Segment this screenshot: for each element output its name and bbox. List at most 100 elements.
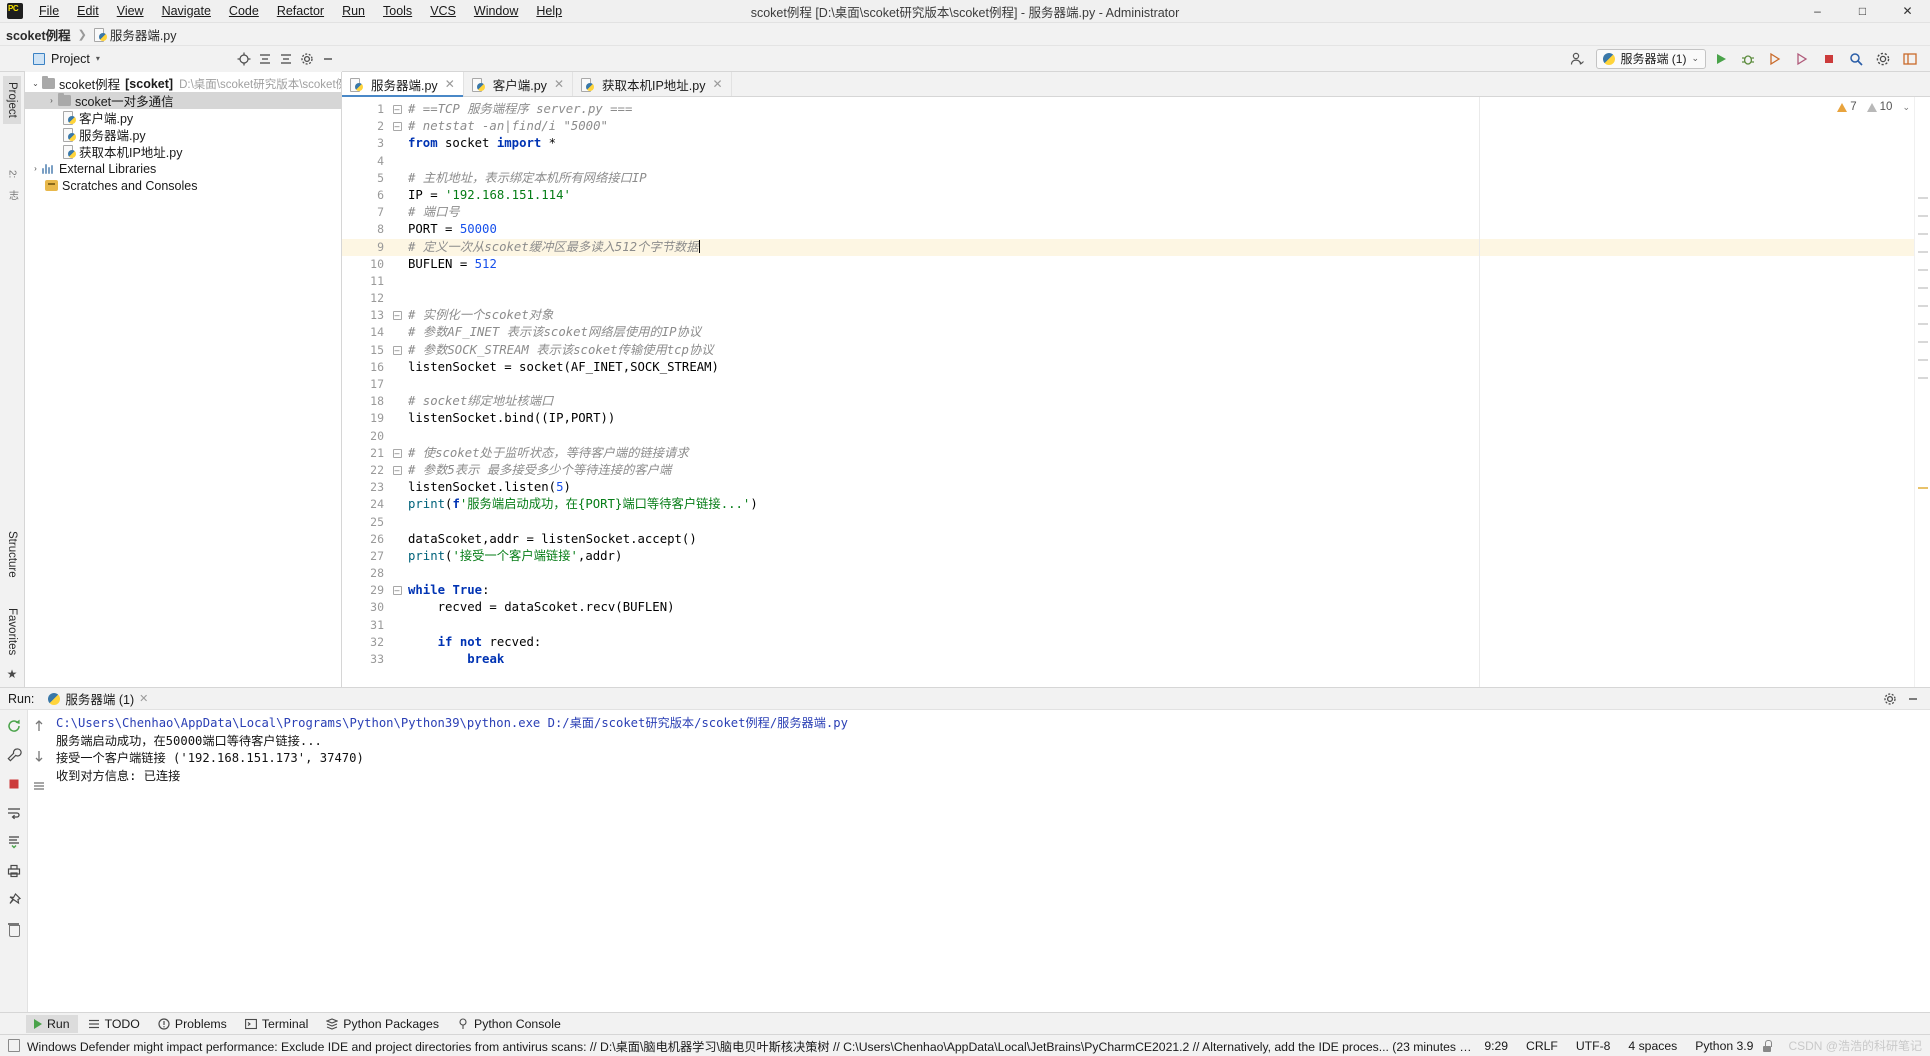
- close-icon[interactable]: ✕: [139, 692, 148, 705]
- python-interpreter[interactable]: Python 3.9: [1686, 1039, 1762, 1053]
- fold-toggle-icon[interactable]: –: [390, 118, 404, 135]
- chevron-down-icon[interactable]: ⌄: [1691, 53, 1699, 64]
- pin-icon[interactable]: [4, 890, 24, 910]
- code-line[interactable]: from socket import *: [404, 135, 1930, 152]
- inspection-mark[interactable]: [1918, 487, 1928, 489]
- inspection-mark[interactable]: [1918, 197, 1928, 199]
- wrench-icon[interactable]: [4, 745, 24, 765]
- code-line[interactable]: [404, 617, 1930, 634]
- menu-item-refactor[interactable]: Refactor: [268, 1, 333, 22]
- tree-node-root[interactable]: ⌄ scoket例程 [scoket] D:\桌面\scoket研究版本\sco…: [25, 75, 341, 92]
- run-console-output[interactable]: C:\Users\Chenhao\AppData\Local\Programs\…: [50, 710, 1930, 1012]
- close-button[interactable]: ✕: [1885, 0, 1930, 23]
- code-line[interactable]: print('接受一个客户端链接',addr): [404, 548, 1930, 565]
- code-line[interactable]: # 参数SOCK_STREAM 表示该scoket传输使用tcp协议: [404, 342, 1930, 359]
- code-line[interactable]: recved = dataScoket.recv(BUFLEN): [404, 599, 1930, 616]
- code-line[interactable]: BUFLEN = 512: [404, 256, 1930, 273]
- expand-all-icon[interactable]: [255, 49, 274, 68]
- tab-server-py[interactable]: 服务器端.py ✕: [342, 72, 464, 96]
- code-line[interactable]: print(f'服务端启动成功，在{PORT}端口等待客户链接...'): [404, 496, 1930, 513]
- project-tree[interactable]: ⌄ scoket例程 [scoket] D:\桌面\scoket研究版本\sco…: [25, 72, 341, 687]
- sidebar-item-structure[interactable]: Structure: [3, 525, 21, 584]
- search-icon[interactable]: [1845, 48, 1867, 70]
- code-line[interactable]: # 定义一次从scoket缓冲区最多读入512个字节数据: [404, 239, 1930, 256]
- chevron-down-icon[interactable]: ⌄: [1902, 102, 1910, 113]
- trash-icon[interactable]: [4, 919, 24, 939]
- gear-icon[interactable]: [1880, 689, 1899, 708]
- run-configuration-selector[interactable]: 服务器端 (1) ⌄: [1596, 49, 1706, 69]
- down-arrow-icon[interactable]: [29, 746, 49, 766]
- breadcrumb-project[interactable]: scoket例程: [6, 25, 71, 44]
- inspection-mark[interactable]: [1918, 305, 1928, 307]
- sidebar-item-project[interactable]: Project: [3, 76, 21, 124]
- close-icon[interactable]: ✕: [445, 77, 455, 91]
- print-icon[interactable]: [4, 861, 24, 881]
- collapse-all-icon[interactable]: [276, 49, 295, 68]
- menu-item-help[interactable]: Help: [527, 1, 571, 22]
- settings-icon[interactable]: [1872, 48, 1894, 70]
- tab-client-py[interactable]: 客户端.py ✕: [464, 72, 573, 96]
- code-line[interactable]: [404, 290, 1930, 307]
- menu-item-tools[interactable]: Tools: [374, 1, 421, 22]
- tree-node-external-libraries[interactable]: › External Libraries: [25, 160, 341, 177]
- fold-toggle-icon[interactable]: –: [390, 342, 404, 359]
- rerun-icon[interactable]: [4, 716, 24, 736]
- inspection-widget[interactable]: 7 10 ⌄: [1837, 101, 1910, 113]
- code-line[interactable]: # 参数AF_INET 表示该scoket网络层使用的IP协议: [404, 324, 1930, 341]
- fold-toggle-icon[interactable]: –: [390, 307, 404, 324]
- code-line[interactable]: break: [404, 651, 1930, 668]
- close-icon[interactable]: ✕: [554, 77, 564, 91]
- menu-item-file[interactable]: File: [30, 1, 68, 22]
- up-arrow-icon[interactable]: [29, 716, 49, 736]
- tab-getip-py[interactable]: 获取本机IP地址.py ✕: [573, 72, 732, 96]
- code-line[interactable]: [404, 273, 1930, 290]
- code-line[interactable]: # 使scoket处于监听状态，等待客户端的链接请求: [404, 445, 1930, 462]
- code-folding-column[interactable]: –––––––: [390, 97, 404, 687]
- editor-scrollbar[interactable]: [1914, 97, 1930, 687]
- bottom-tab-todo[interactable]: TODO: [80, 1015, 148, 1033]
- scroll-to-end-icon[interactable]: [4, 832, 24, 852]
- chevron-right-icon[interactable]: ›: [45, 96, 58, 105]
- inspection-mark[interactable]: [1918, 359, 1928, 361]
- code-content[interactable]: # ==TCP 服务端程序 server.py ===# netstat -an…: [404, 97, 1930, 687]
- profile-button[interactable]: [1791, 48, 1813, 70]
- console-command-line[interactable]: C:\Users\Chenhao\AppData\Local\Programs\…: [56, 715, 1930, 733]
- stop-button[interactable]: [1818, 48, 1840, 70]
- code-line[interactable]: # 主机地址，表示绑定本机所有网络接口IP: [404, 170, 1930, 187]
- lock-icon[interactable]: [1762, 1040, 1772, 1052]
- indent-setting[interactable]: 4 spaces: [1619, 1039, 1686, 1053]
- bottom-tab-problems[interactable]: Problems: [150, 1015, 235, 1033]
- notification-icon[interactable]: [8, 1039, 20, 1052]
- close-icon[interactable]: ✕: [713, 77, 723, 91]
- code-line[interactable]: # 端口号: [404, 204, 1930, 221]
- menu-item-vcs[interactable]: VCS: [421, 1, 465, 22]
- debug-button[interactable]: [1737, 48, 1759, 70]
- inspection-mark[interactable]: [1918, 233, 1928, 235]
- code-line[interactable]: [404, 565, 1930, 582]
- menu-item-edit[interactable]: Edit: [68, 1, 108, 22]
- fold-toggle-icon[interactable]: –: [390, 582, 404, 599]
- chevron-right-icon[interactable]: ›: [29, 164, 42, 173]
- code-line[interactable]: # netstat -an|find/i "5000": [404, 118, 1930, 135]
- tree-node-scratches[interactable]: Scratches and Consoles: [25, 177, 341, 194]
- locate-icon[interactable]: [234, 49, 253, 68]
- code-line[interactable]: while True:: [404, 582, 1930, 599]
- run-button[interactable]: [1710, 48, 1732, 70]
- code-line[interactable]: [404, 514, 1930, 531]
- code-line[interactable]: # 实例化一个scoket对象: [404, 307, 1930, 324]
- user-account-icon[interactable]: [1566, 48, 1588, 70]
- fold-toggle-icon[interactable]: –: [390, 462, 404, 479]
- code-line[interactable]: listenSocket = socket(AF_INET,SOCK_STREA…: [404, 359, 1930, 376]
- soft-wrap-icon[interactable]: [4, 803, 24, 823]
- code-line[interactable]: listenSocket.bind((IP,PORT)): [404, 410, 1930, 427]
- fold-toggle-icon[interactable]: –: [390, 445, 404, 462]
- sidebar-item-favorites[interactable]: Favorites: [3, 602, 21, 661]
- menu-item-navigate[interactable]: Navigate: [153, 1, 220, 22]
- status-message[interactable]: Windows Defender might impact performanc…: [27, 1037, 1475, 1055]
- code-line[interactable]: [404, 153, 1930, 170]
- chevron-down-icon[interactable]: ▾: [96, 54, 100, 63]
- inspection-mark[interactable]: [1918, 251, 1928, 253]
- tree-node-scoket-multi[interactable]: › scoket一对多通信: [25, 92, 341, 109]
- layout-icon[interactable]: [1899, 48, 1921, 70]
- hide-panel-icon[interactable]: [318, 49, 337, 68]
